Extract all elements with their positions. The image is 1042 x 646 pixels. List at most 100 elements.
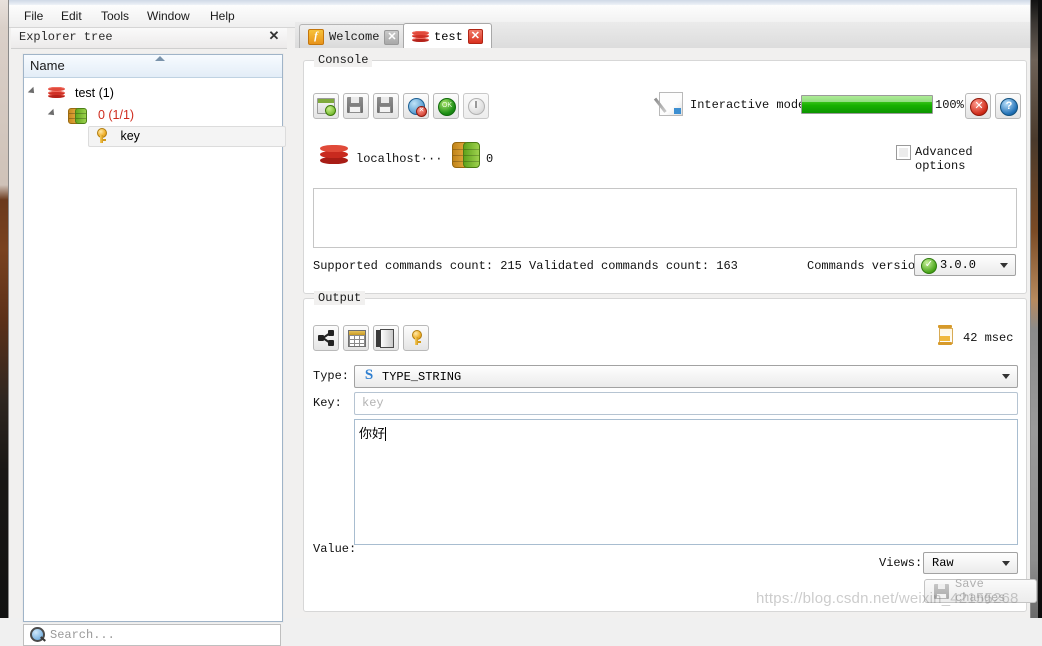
progress-label: 100% [935,98,964,112]
power-button[interactable] [463,93,489,119]
menu-item-file[interactable]: File [17,8,50,24]
tree-node-label: key [120,129,140,143]
tab-bar: f Welcome ✕ test ✕ [295,22,1030,50]
advanced-options-label: Advanced options [915,145,973,173]
watermark-text: https://blog.csdn.net/weixin_42155268 [756,590,1019,607]
tree-node-test[interactable]: test (1) [30,83,114,103]
output-group-label: Output [314,291,366,305]
redis-icon [48,86,66,100]
export-icon [317,98,336,116]
tree-container: Name test (1) 0 (1/1) key [23,54,286,622]
share-button[interactable] [313,325,339,351]
tree-node-label: test (1) [74,86,114,100]
connect-button[interactable] [433,93,459,119]
menu-item-edit[interactable]: Edit [54,8,89,24]
value-text: 你好 [359,426,387,441]
close-icon[interactable]: ✕ [384,29,400,45]
application-window: File Edit Tools Window Help Explorer tre… [0,0,1042,646]
export-button[interactable] [313,93,339,119]
close-icon[interactable]: ✕ [467,29,483,44]
views-select[interactable]: Raw [923,552,1018,574]
welcome-icon: f [308,29,324,45]
elapsed-time-label: 42 msec [963,331,1014,345]
table-view-button[interactable] [343,325,369,351]
commands-version-value: 3.0.0 [940,258,977,272]
explorer-title: Explorer tree [19,30,113,44]
database-icon [68,107,88,124]
commands-status-text: Supported commands count: 215 Validated … [313,259,738,273]
floppy-save-as-icon [377,97,393,113]
tree-node-label: 0 (1/1) [97,108,135,122]
key-icon [95,128,108,143]
explorer-header: Explorer tree ✕ [11,28,287,49]
save-button[interactable] [343,93,369,119]
go-connect-icon [438,98,456,116]
share-icon [318,330,334,346]
floppy-save-icon [347,97,363,113]
save-as-button[interactable] [373,93,399,119]
key-placeholder: key [362,396,384,410]
chevron-down-icon [1000,263,1008,268]
key-icon [410,330,423,345]
chevron-down-icon [1002,374,1010,379]
progress-bar [801,95,933,114]
verified-icon [921,258,937,274]
chevron-expanded-icon[interactable] [50,109,59,118]
tab-label: Welcome [329,30,380,44]
close-icon[interactable]: ✕ [267,29,281,43]
stop-button[interactable] [965,93,991,119]
key-input[interactable]: key [354,392,1018,415]
tree-node-key[interactable]: key [88,126,286,147]
sort-ascending-icon [155,56,165,61]
exit-button[interactable] [373,325,399,351]
tree-column-label: Name [30,58,65,73]
menu-item-window[interactable]: Window [140,8,197,24]
commands-version-select[interactable]: 3.0.0 [914,254,1016,276]
help-button[interactable] [995,93,1021,119]
console-group: Console ✕ OK Interactive mode 100% ✕ ? l… [303,53,1027,294]
output-group: Output 42 msec Type: S TYPE_STRING Key: … [303,291,1037,612]
desktop-background-left [0,0,8,618]
advanced-options-checkbox[interactable] [896,145,911,160]
type-select[interactable]: S TYPE_STRING [354,365,1018,388]
table-icon [348,330,366,347]
console-output-area[interactable] [313,188,1017,248]
disconnect-button[interactable]: ✕ [403,93,429,119]
key-button[interactable] [403,325,429,351]
elapsed-time-icon [936,325,954,349]
type-label: Type: [313,369,350,383]
commands-version-label: Commands version: [807,259,930,273]
search-icon [30,627,45,642]
value-label: Value: [313,542,357,556]
tab-label: test [434,29,463,44]
chevron-expanded-icon[interactable] [30,87,39,96]
menu-item-tools[interactable]: Tools [94,8,136,24]
tree-column-header[interactable]: Name [24,55,282,78]
server-name-label[interactable]: localhost··· [356,152,442,166]
search-placeholder: Search... [50,628,115,642]
help-icon [1000,98,1018,116]
database-index-label[interactable]: 0 [486,152,493,166]
views-label: Views: [879,556,923,570]
views-value: Raw [932,556,954,570]
power-icon [468,98,485,115]
chevron-down-icon [1002,561,1010,566]
stop-icon [970,98,988,116]
type-value: TYPE_STRING [382,370,462,384]
screen-edge [1038,0,1042,618]
content-area: Console ✕ OK Interactive mode 100% ✕ ? l… [295,48,1037,618]
redis-icon [412,30,429,44]
globe-disconnect-icon: ✕ [408,98,427,117]
search-input[interactable]: Search... [23,624,281,646]
interactive-mode-label: Interactive mode [690,98,806,112]
console-group-label: Console [314,53,373,67]
value-textarea[interactable]: 你好 [354,419,1018,545]
menu-item-help[interactable]: Help [203,8,242,24]
door-exit-icon [376,329,394,348]
key-label: Key: [313,396,342,410]
tree-node-db0[interactable]: 0 (1/1) [50,105,134,125]
tab-welcome[interactable]: f Welcome ✕ [299,24,409,49]
tab-test[interactable]: test ✕ [403,23,492,50]
interactive-mode-icon [659,92,683,116]
main-window: File Edit Tools Window Help Explorer tre… [8,0,1037,646]
